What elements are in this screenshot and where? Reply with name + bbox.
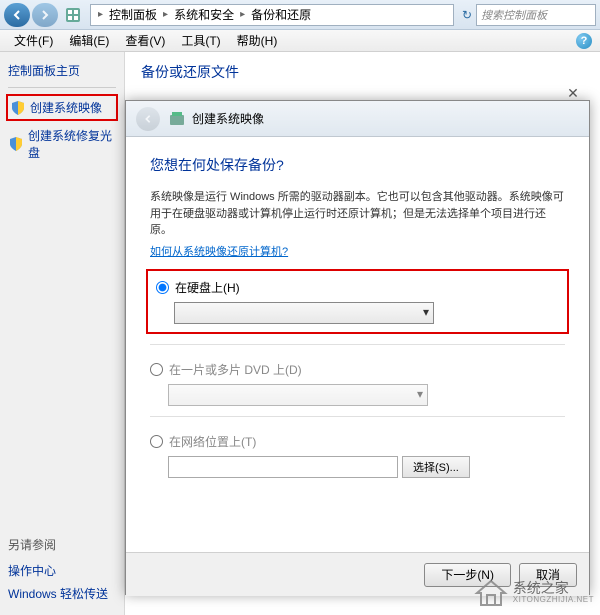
watermark-text: 系统之家 bbox=[513, 581, 594, 596]
menu-tools[interactable]: 工具(T) bbox=[173, 32, 228, 49]
dialog-heading: 您想在何处保存备份? bbox=[150, 155, 565, 175]
radio-dvd[interactable]: 在一片或多片 DVD 上(D) bbox=[150, 361, 565, 378]
breadcrumb-item[interactable]: 控制面板 bbox=[106, 6, 160, 23]
menu-file[interactable]: 文件(F) bbox=[6, 32, 61, 49]
sidebar-link-action-center[interactable]: 操作中心 bbox=[8, 559, 116, 582]
option-hard-disk: 在硬盘上(H) bbox=[146, 269, 569, 334]
refresh-icon[interactable]: ↻ bbox=[458, 8, 476, 22]
menu-bar: 文件(F) 编辑(E) 查看(V) 工具(T) 帮助(H) ? bbox=[0, 30, 600, 52]
dialog-title: 创建系统映像 bbox=[192, 110, 264, 127]
radio-hard-disk[interactable]: 在硬盘上(H) bbox=[156, 279, 559, 296]
separator bbox=[150, 416, 565, 417]
backup-icon bbox=[168, 110, 186, 128]
breadcrumb-item[interactable]: 备份和还原 bbox=[248, 6, 314, 23]
dialog-body: 您想在何处保存备份? 系统映像是运行 Windows 所需的驱动器副本。它也可以… bbox=[126, 137, 589, 552]
menu-view[interactable]: 查看(V) bbox=[117, 32, 173, 49]
sidebar-create-system-image[interactable]: 创建系统映像 bbox=[6, 94, 118, 121]
radio-dvd-input[interactable] bbox=[150, 363, 163, 376]
search-input[interactable]: 搜索控制面板 bbox=[476, 4, 596, 26]
hard-disk-combo[interactable] bbox=[174, 302, 434, 324]
control-panel-icon bbox=[64, 6, 82, 24]
house-icon bbox=[473, 575, 509, 611]
watermark: 系统之家 XITONGZHIJIA.NET bbox=[473, 575, 594, 611]
shield-icon bbox=[8, 136, 24, 152]
breadcrumb-item[interactable]: 系统和安全 bbox=[171, 6, 237, 23]
radio-hard-disk-input[interactable] bbox=[156, 281, 169, 294]
radio-network-input[interactable] bbox=[150, 435, 163, 448]
dialog-titlebar: 创建系统映像 bbox=[126, 101, 589, 137]
create-system-image-dialog: ✕ 创建系统映像 您想在何处保存备份? 系统映像是运行 Windows 所需的驱… bbox=[125, 100, 590, 595]
window-titlebar: ▸ 控制面板 ▸ 系统和安全 ▸ 备份和还原 ↻ 搜索控制面板 bbox=[0, 0, 600, 30]
separator bbox=[150, 344, 565, 345]
dialog-description: 系统映像是运行 Windows 所需的驱动器副本。它也可以包含其他驱动器。系统映… bbox=[150, 189, 565, 239]
dialog-back-button[interactable] bbox=[136, 107, 160, 131]
chevron-right-icon: ▸ bbox=[160, 9, 171, 20]
sidebar-title[interactable]: 控制面板主页 bbox=[8, 62, 116, 88]
dvd-combo[interactable] bbox=[168, 384, 428, 406]
chevron-right-icon: ▸ bbox=[237, 9, 248, 20]
network-path-input[interactable] bbox=[168, 456, 398, 478]
help-icon[interactable]: ? bbox=[576, 33, 592, 49]
watermark-sub: XITONGZHIJIA.NET bbox=[513, 596, 594, 605]
help-link[interactable]: 如何从系统映像还原计算机? bbox=[150, 246, 288, 258]
sidebar: 控制面板主页 创建系统映像 创建系统修复光盘 另请参阅 操作中心 Windows… bbox=[0, 52, 125, 615]
option-dvd: 在一片或多片 DVD 上(D) bbox=[150, 361, 565, 406]
menu-edit[interactable]: 编辑(E) bbox=[61, 32, 117, 49]
option-network: 在网络位置上(T) 选择(S)... bbox=[150, 433, 565, 478]
nav-forward-button[interactable] bbox=[32, 3, 58, 27]
page-title: 备份或还原文件 bbox=[141, 62, 584, 82]
browse-button[interactable]: 选择(S)... bbox=[402, 456, 470, 478]
sidebar-link-easy-transfer[interactable]: Windows 轻松传送 bbox=[8, 582, 116, 605]
close-icon[interactable]: ✕ bbox=[563, 85, 583, 101]
sidebar-create-repair-disc[interactable]: 创建系统修复光盘 bbox=[8, 123, 116, 165]
sidebar-see-also-title: 另请参阅 bbox=[8, 536, 116, 553]
chevron-right-icon: ▸ bbox=[95, 9, 106, 20]
nav-back-button[interactable] bbox=[4, 3, 30, 27]
shield-icon bbox=[10, 100, 26, 116]
radio-network[interactable]: 在网络位置上(T) bbox=[150, 433, 565, 450]
menu-help[interactable]: 帮助(H) bbox=[229, 32, 286, 49]
address-breadcrumb[interactable]: ▸ 控制面板 ▸ 系统和安全 ▸ 备份和还原 bbox=[90, 4, 454, 26]
